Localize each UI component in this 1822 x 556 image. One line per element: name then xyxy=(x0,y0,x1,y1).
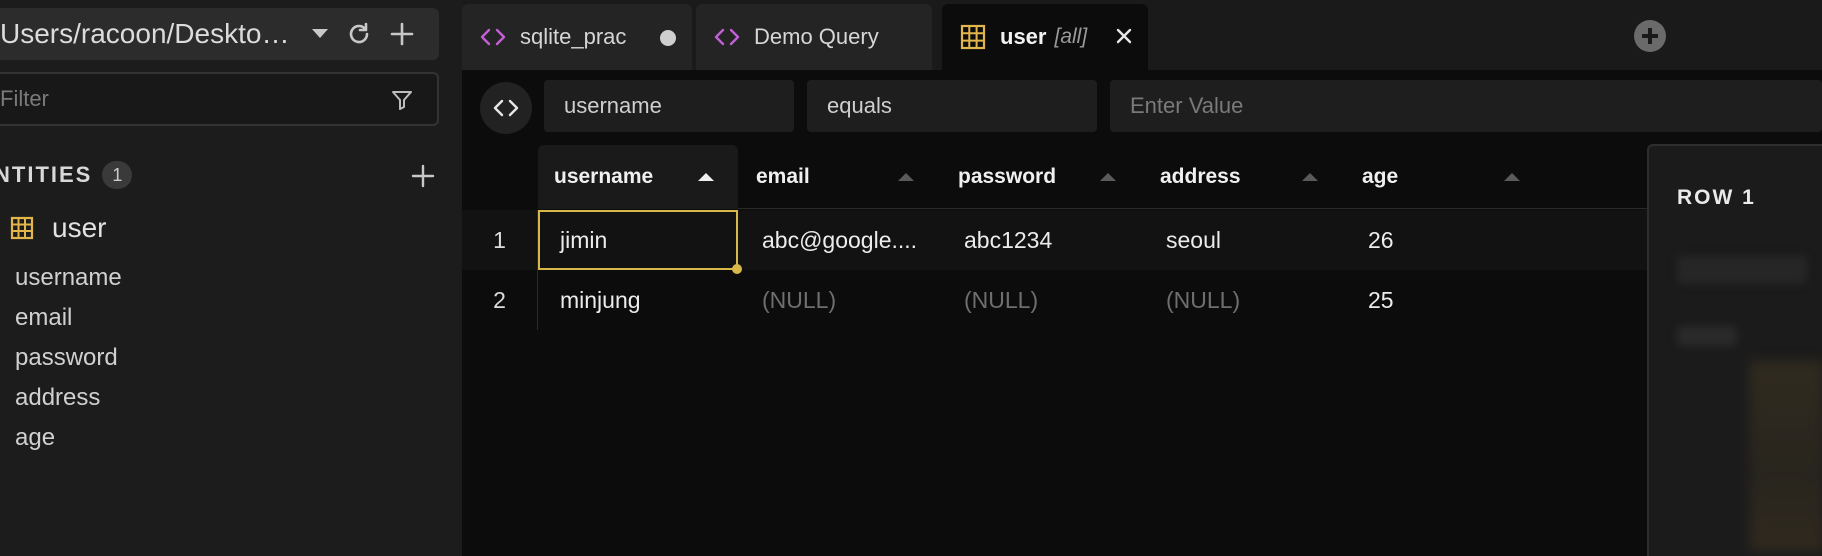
sort-icon[interactable] xyxy=(898,173,914,181)
column-header-label: age xyxy=(1362,165,1399,188)
cell-username[interactable]: minjung xyxy=(538,270,738,330)
new-tab-icon[interactable] xyxy=(1634,20,1666,52)
sidebar-filter[interactable] xyxy=(0,72,439,126)
table-row[interactable]: 2 minjung (NULL) (NULL) (NULL) 25 xyxy=(462,270,1647,330)
filter-column-select[interactable]: username xyxy=(544,80,794,132)
tab-label: Demo Query xyxy=(754,24,879,49)
tab-label: sqlite_prac xyxy=(520,24,627,49)
entity-label: user xyxy=(52,212,107,243)
app-window: Users/racoon/Desktop... NTITIES 1 xyxy=(0,0,1822,556)
field-item[interactable]: password xyxy=(15,338,122,378)
entity-item-user[interactable]: user xyxy=(10,208,106,248)
sort-icon[interactable] xyxy=(1504,173,1520,181)
entity-field-list: username email password address age xyxy=(15,258,122,458)
field-item[interactable]: age xyxy=(15,418,122,458)
chevron-down-icon[interactable] xyxy=(312,29,328,38)
filter-value-field[interactable] xyxy=(1110,80,1822,132)
sort-ascending-icon[interactable] xyxy=(698,173,714,181)
column-header-label: password xyxy=(958,165,1057,188)
tab-user[interactable]: user [all] xyxy=(942,4,1148,70)
cell-email[interactable]: abc@google.... xyxy=(740,210,940,270)
blurred-content xyxy=(1677,256,1807,284)
sort-icon[interactable] xyxy=(1302,173,1318,181)
column-header-address[interactable]: address xyxy=(1144,145,1344,209)
cell-password[interactable]: (NULL) xyxy=(942,270,1142,330)
row-detail-panel: ROW 1 xyxy=(1647,144,1822,556)
connection-path: Users/racoon/Desktop... xyxy=(0,18,300,49)
column-header-age[interactable]: age xyxy=(1346,145,1546,209)
entities-count-badge: 1 xyxy=(102,161,133,189)
cell-username[interactable]: jimin xyxy=(538,210,742,274)
add-entity-icon[interactable] xyxy=(410,163,436,189)
sort-icon[interactable] xyxy=(1100,173,1116,181)
cell-password[interactable]: abc1234 xyxy=(942,210,1142,270)
row-number: 1 xyxy=(462,210,538,270)
code-icon xyxy=(480,28,506,46)
table-icon xyxy=(960,24,986,50)
code-icon xyxy=(714,28,740,46)
close-icon[interactable] xyxy=(1114,26,1134,46)
field-item[interactable]: username xyxy=(15,258,122,298)
column-header-label: username xyxy=(554,165,654,188)
entities-header: NTITIES 1 xyxy=(0,158,133,192)
blurred-content xyxy=(1677,326,1737,346)
entities-title: NTITIES xyxy=(0,162,93,187)
field-item[interactable]: email xyxy=(15,298,122,338)
column-header-email[interactable]: email xyxy=(740,145,940,209)
tab-sublabel: [all] xyxy=(1054,25,1088,48)
blurred-content xyxy=(1749,361,1822,551)
cell-age[interactable]: 25 xyxy=(1346,270,1546,330)
tab-bar: sqlite_prac Demo Query user [all] xyxy=(462,0,1822,70)
column-header-username[interactable]: username xyxy=(538,145,738,209)
cell-email[interactable]: (NULL) xyxy=(740,270,940,330)
cell-address[interactable]: seoul xyxy=(1144,210,1344,270)
refresh-icon[interactable] xyxy=(346,21,372,47)
code-toggle-button[interactable] xyxy=(480,82,532,134)
column-header-password[interactable]: password xyxy=(942,145,1142,209)
table-row[interactable]: 1 jimin abc@google.... abc1234 seoul 26 xyxy=(462,210,1647,274)
cell-address[interactable]: (NULL) xyxy=(1144,270,1344,330)
filter-icon[interactable] xyxy=(390,88,414,112)
code-icon xyxy=(493,99,519,117)
row-number: 2 xyxy=(462,270,538,330)
tab-label: user xyxy=(1000,24,1047,49)
cell-value: jimin xyxy=(560,227,608,253)
sidebar: Users/racoon/Desktop... NTITIES 1 xyxy=(0,0,462,556)
connection-selector[interactable]: Users/racoon/Desktop... xyxy=(0,8,439,60)
add-connection-icon[interactable] xyxy=(388,20,416,48)
field-item[interactable]: address xyxy=(15,378,122,418)
unsaved-dot-icon xyxy=(660,30,676,46)
table-icon xyxy=(10,216,34,240)
grid-header: username email password address age xyxy=(538,145,1647,209)
detail-panel-title: ROW 1 xyxy=(1677,186,1756,209)
filter-value-input[interactable] xyxy=(1130,81,1822,131)
filter-operator-select[interactable]: equals xyxy=(807,80,1097,132)
column-header-label: address xyxy=(1160,165,1241,188)
tab-demo-query[interactable]: Demo Query xyxy=(696,4,932,70)
cell-age[interactable]: 26 xyxy=(1346,210,1546,270)
main-panel: username equals username email password xyxy=(462,70,1822,556)
tab-sqlite-prac[interactable]: sqlite_prac xyxy=(462,4,692,70)
column-header-label: email xyxy=(756,165,810,188)
filter-input[interactable] xyxy=(0,74,372,124)
